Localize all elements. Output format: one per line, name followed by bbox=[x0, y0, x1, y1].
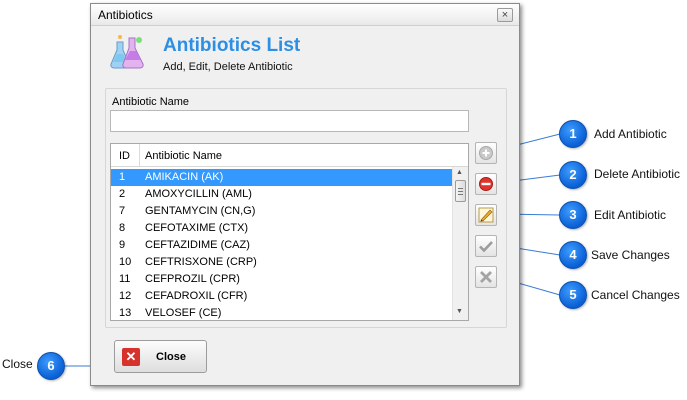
table-row[interactable]: 2 AMOXYCILLIN (AML) bbox=[111, 186, 452, 203]
row-id: 2 bbox=[119, 188, 126, 200]
antibiotic-name-input[interactable] bbox=[110, 110, 469, 132]
cancel-changes-button[interactable] bbox=[475, 266, 497, 288]
row-id: 10 bbox=[119, 256, 132, 268]
add-icon bbox=[479, 146, 493, 160]
callout-badge-3: 3 bbox=[559, 201, 587, 229]
edit-antibiotic-button[interactable] bbox=[475, 204, 497, 226]
antibiotics-window: Antibiotics × Antibiotics List Add, Edit… bbox=[90, 3, 520, 386]
row-name: AMIKACIN (AK) bbox=[145, 171, 224, 183]
edit-icon bbox=[478, 207, 494, 223]
close-x-icon: ✕ bbox=[122, 348, 140, 366]
row-name: GENTAMYCIN (CN,G) bbox=[145, 205, 256, 217]
callout-label-edit: Edit Antibiotic bbox=[594, 208, 667, 222]
column-header-id[interactable]: ID bbox=[119, 150, 130, 162]
row-id: 7 bbox=[119, 205, 126, 217]
table-row[interactable]: 10 CEFTRISXONE (CRP) bbox=[111, 254, 452, 271]
row-id: 11 bbox=[119, 273, 131, 285]
flasks-icon bbox=[110, 35, 144, 69]
table-row[interactable]: 11 CEFPROZIL (CPR) bbox=[111, 271, 452, 288]
delete-icon bbox=[479, 177, 493, 191]
save-check-icon bbox=[479, 241, 493, 253]
row-name: VELOSEF (CE) bbox=[145, 307, 222, 319]
callout-label-cancel: Cancel Changes bbox=[591, 288, 680, 302]
close-button-label: Close bbox=[156, 351, 186, 363]
column-header-name[interactable]: Antibiotic Name bbox=[145, 150, 222, 162]
title-bar: Antibiotics × bbox=[91, 4, 519, 26]
callout-badge-1: 1 bbox=[559, 120, 587, 148]
row-id: 12 bbox=[119, 290, 132, 302]
callout-label-add: Add Antibiotic bbox=[594, 127, 667, 141]
scrollbar-thumb[interactable] bbox=[455, 180, 466, 202]
table-row[interactable]: 13 VELOSEF (CE) bbox=[111, 305, 452, 320]
scroll-down-arrow-icon[interactable]: ▼ bbox=[456, 308, 463, 315]
save-changes-button[interactable] bbox=[475, 235, 497, 257]
table-row[interactable]: 9 CEFTAZIDIME (CAZ) bbox=[111, 237, 452, 254]
delete-antibiotic-button[interactable] bbox=[475, 173, 497, 195]
close-button[interactable]: ✕ Close bbox=[114, 340, 207, 373]
callout-label-delete: Delete Antibiotic bbox=[594, 167, 681, 181]
scroll-up-arrow-icon[interactable]: ▲ bbox=[456, 169, 463, 176]
add-antibiotic-button[interactable] bbox=[475, 142, 497, 164]
callout-badge-6: 6 bbox=[37, 352, 65, 380]
row-name: AMOXYCILLIN (AML) bbox=[145, 188, 252, 200]
antibiotic-name-label: Antibiotic Name bbox=[112, 96, 190, 108]
table-row[interactable]: 1 AMIKACIN (AK) bbox=[111, 169, 452, 186]
page-subtitle: Add, Edit, Delete Antibiotic bbox=[163, 61, 293, 73]
row-name: CEFADROXIL (CFR) bbox=[145, 290, 248, 302]
callout-label-save: Save Changes bbox=[591, 248, 670, 262]
row-id: 1 bbox=[119, 171, 126, 183]
row-name: CEFTAZIDIME (CAZ) bbox=[145, 239, 250, 251]
callout-label-close: Close bbox=[2, 357, 33, 371]
callout-badge-5: 5 bbox=[559, 281, 587, 309]
window-title: Antibiotics bbox=[98, 8, 153, 22]
list-scrollbar[interactable]: ▲ ▼ bbox=[452, 167, 468, 320]
row-id: 8 bbox=[119, 222, 126, 234]
row-name: CEFOTAXIME (CTX) bbox=[145, 222, 249, 234]
page-title: Antibiotics List bbox=[163, 35, 301, 56]
column-divider bbox=[139, 144, 140, 167]
window-close-button[interactable]: × bbox=[497, 8, 513, 22]
row-id: 9 bbox=[119, 239, 126, 251]
callout-badge-2: 2 bbox=[559, 161, 587, 189]
list-header: ID Antibiotic Name bbox=[111, 144, 468, 167]
antibiotic-list[interactable]: ID Antibiotic Name 1 AMIKACIN (AK) 2 AMO… bbox=[110, 143, 469, 321]
callout-badge-4: 4 bbox=[559, 241, 587, 269]
row-name: CEFTRISXONE (CRP) bbox=[145, 256, 257, 268]
table-row[interactable]: 8 CEFOTAXIME (CTX) bbox=[111, 220, 452, 237]
row-id: 13 bbox=[119, 307, 132, 319]
table-row[interactable]: 7 GENTAMYCIN (CN,G) bbox=[111, 203, 452, 220]
row-name: CEFPROZIL (CPR) bbox=[145, 273, 240, 285]
cancel-x-icon bbox=[480, 271, 492, 283]
table-row[interactable]: 12 CEFADROXIL (CFR) bbox=[111, 288, 452, 305]
